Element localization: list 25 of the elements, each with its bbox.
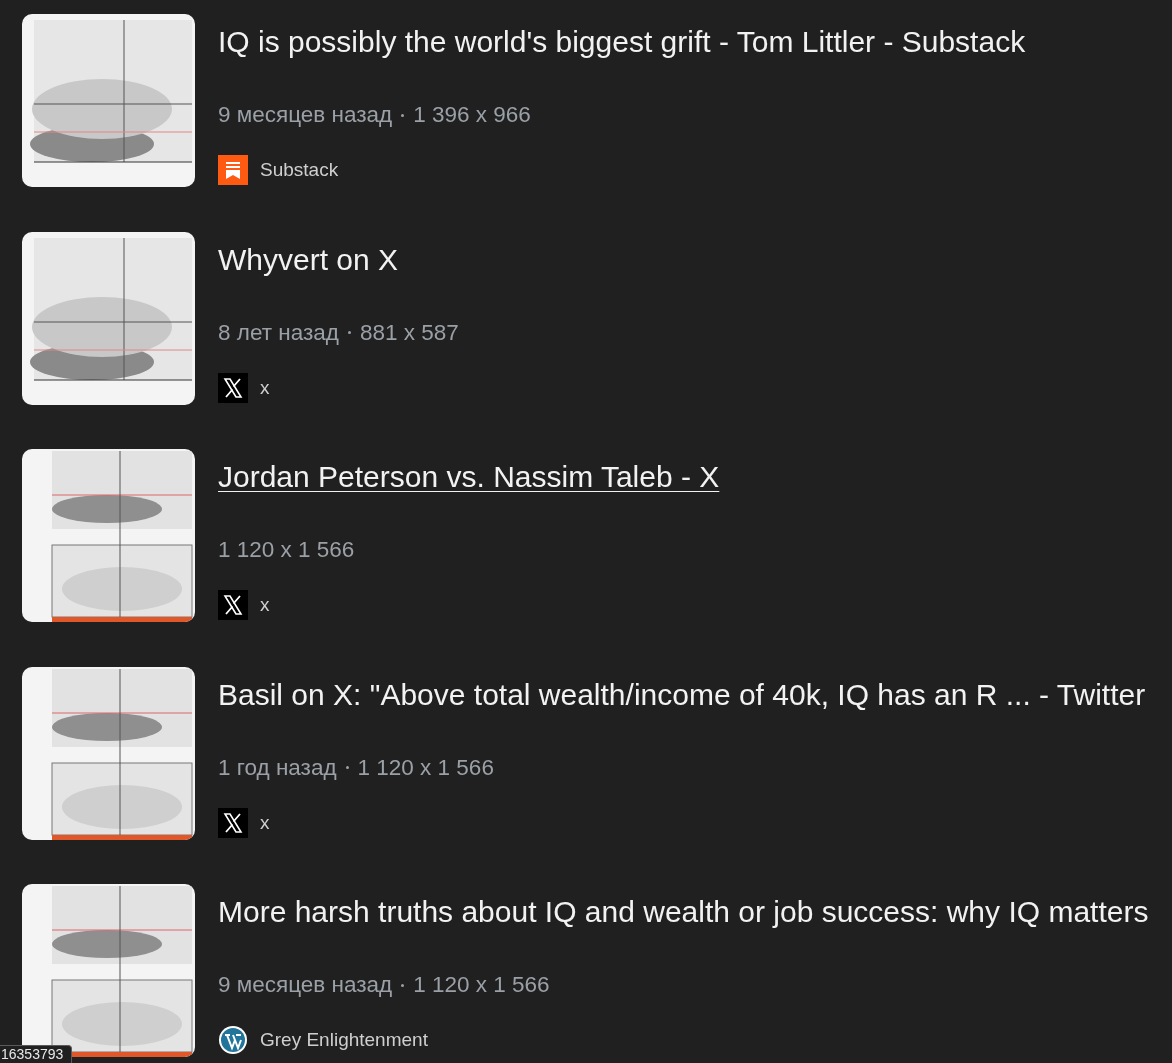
image-size-text: 1 120 x 1 566 bbox=[357, 755, 494, 780]
age-text: 1 год назад bbox=[218, 755, 337, 780]
image-size-text: 1 120 x 1 566 bbox=[218, 538, 355, 562]
x-logo-icon bbox=[218, 372, 248, 403]
age-text: 8 лет назад bbox=[218, 320, 339, 345]
bookmark-icon bbox=[218, 155, 248, 185]
age-text: 9 месяцев назад bbox=[218, 973, 393, 997]
source-name[interactable]: Grey Enlightenment bbox=[260, 1025, 428, 1055]
x-logo-icon bbox=[218, 807, 248, 838]
source-name[interactable]: x bbox=[260, 807, 270, 838]
age-text: 9 месяцев назад bbox=[218, 103, 393, 127]
result-title-link[interactable]: IQ is possibly the world's biggest grift - Tom Littler - Substack bbox=[218, 25, 1026, 58]
image-size-text: 1 396 x 966 bbox=[413, 103, 531, 127]
result-title-link[interactable]: Jordan Peterson vs. Nassim Taleb - X bbox=[218, 460, 720, 493]
result-title-link[interactable]: More harsh truths about IQ and wealth or job success: why IQ matters bbox=[218, 895, 1149, 928]
result-title-link[interactable]: Whyvert on X bbox=[218, 242, 399, 276]
status-url-text: 16353793 bbox=[0, 1045, 73, 1063]
source-name[interactable]: Substack bbox=[260, 155, 339, 185]
image-size-text: 1 120 x 1 566 bbox=[413, 973, 550, 997]
result-title-link[interactable]: Basil on X: "Above total wealth/income of 40k, IQ has an R ... - Twitter bbox=[218, 677, 1146, 711]
wordpress-icon bbox=[218, 1025, 248, 1055]
source-name[interactable]: x bbox=[260, 590, 270, 620]
x-logo-icon bbox=[218, 590, 248, 620]
source-name[interactable]: x bbox=[260, 372, 270, 403]
image-size-text: 881 x 587 bbox=[359, 320, 459, 345]
